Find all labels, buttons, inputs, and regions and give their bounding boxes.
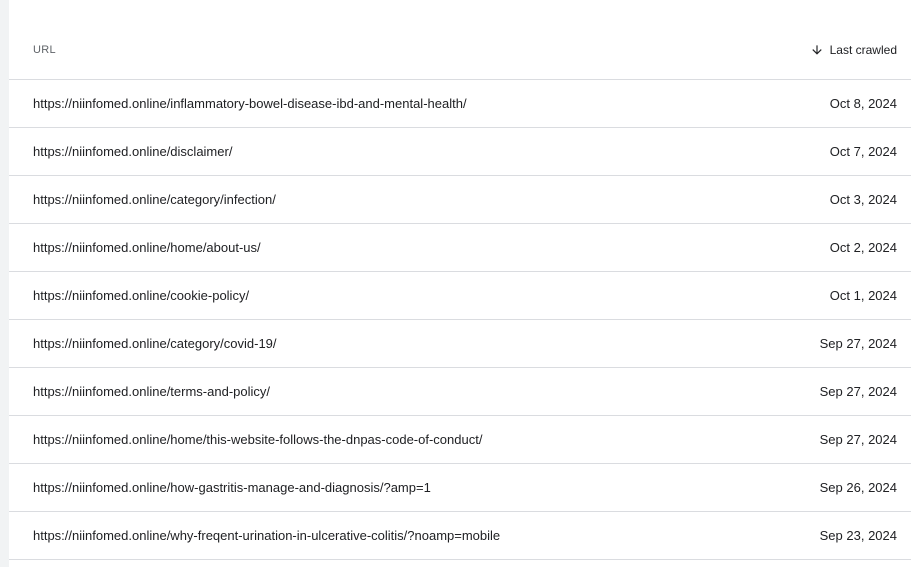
row-date: Sep 26, 2024 xyxy=(819,480,897,495)
row-url: https://niinfomed.online/how-gastritis-m… xyxy=(33,480,431,495)
row-date: Oct 1, 2024 xyxy=(829,288,897,303)
row-url: https://niinfomed.online/home/this-websi… xyxy=(33,432,483,447)
row-url: https://niinfomed.online/category/covid-… xyxy=(33,336,277,351)
table-row[interactable]: https://niinfomed.online/category/covid-… xyxy=(9,320,911,368)
row-url: https://niinfomed.online/terms-and-polic… xyxy=(33,384,271,399)
row-url: https://niinfomed.online/cookie-policy/ xyxy=(33,288,250,303)
row-date: Sep 27, 2024 xyxy=(819,432,897,447)
last-crawled-sort-button[interactable]: Last crawled xyxy=(810,43,897,57)
row-url: https://niinfomed.online/why-freqent-uri… xyxy=(33,528,501,543)
row-date: Oct 3, 2024 xyxy=(829,192,897,207)
table-row[interactable]: https://niinfomed.online/terms-and-polic… xyxy=(9,368,911,416)
table-row[interactable]: https://niinfomed.online/disclaimer/ Oct… xyxy=(9,128,911,176)
row-url: https://niinfomed.online/disclaimer/ xyxy=(33,144,233,159)
table-row[interactable]: https://niinfomed.online/home/this-websi… xyxy=(9,416,911,464)
table-row[interactable]: https://niinfomed.online/why-freqent-uri… xyxy=(9,512,911,560)
row-date: Oct 7, 2024 xyxy=(829,144,897,159)
last-crawled-column-header: Last crawled xyxy=(829,43,897,57)
row-date: Sep 23, 2024 xyxy=(819,528,897,543)
row-date: Sep 27, 2024 xyxy=(819,336,897,351)
table-row[interactable]: https://niinfomed.online/cookie-policy/ … xyxy=(9,272,911,320)
row-url: https://niinfomed.online/inflammatory-bo… xyxy=(33,96,467,111)
row-date: Oct 2, 2024 xyxy=(829,240,897,255)
table-row[interactable]: https://niinfomed.online/inflammatory-bo… xyxy=(9,80,911,128)
left-rail xyxy=(0,0,9,567)
table-header: URL Last crawled xyxy=(9,0,911,80)
row-date: Sep 27, 2024 xyxy=(819,384,897,399)
arrow-down-icon xyxy=(810,43,824,57)
table-row[interactable]: https://niinfomed.online/home/about-us/ … xyxy=(9,224,911,272)
url-column-header: URL xyxy=(33,44,56,56)
row-url: https://niinfomed.online/category/infect… xyxy=(33,192,276,207)
row-url: https://niinfomed.online/home/about-us/ xyxy=(33,240,261,255)
row-date: Oct 8, 2024 xyxy=(829,96,897,111)
table-row[interactable]: https://niinfomed.online/category/infect… xyxy=(9,176,911,224)
table-row[interactable]: https://niinfomed.online/how-gastritis-m… xyxy=(9,464,911,512)
crawled-pages-table: URL Last crawled https://niinfomed.onlin… xyxy=(9,0,911,560)
